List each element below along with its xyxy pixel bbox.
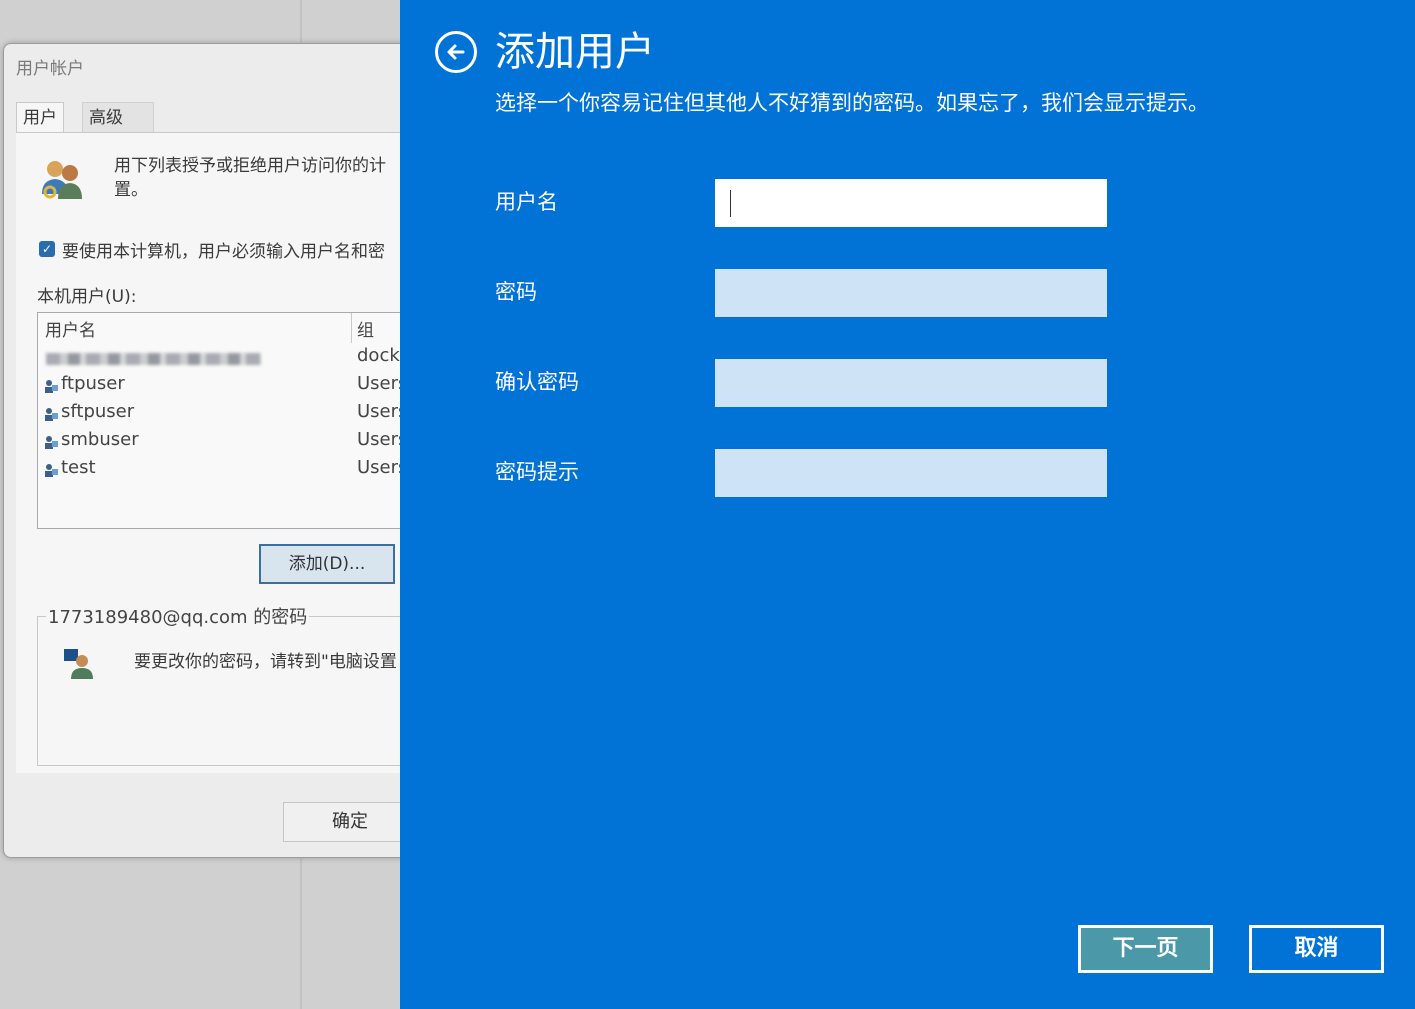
user-name: smbuser: [61, 429, 139, 450]
table-row[interactable]: dock: [44, 345, 424, 373]
password-label: 密码: [495, 280, 537, 304]
user-icon: [45, 380, 58, 393]
page-subtitle: 选择一个你容易记住但其他人不好猜到的密码。如果忘了，我们会显示提示。: [495, 91, 1209, 115]
user-name: sftpuser: [61, 401, 135, 422]
password-group: 1773189480@qq.com 的密码 要更改你的密码，请转到"电脑设置: [37, 603, 424, 766]
local-users-label: 本机用户(U):: [37, 287, 137, 307]
back-arrow-icon: [447, 44, 465, 60]
password-input[interactable]: [715, 269, 1107, 317]
table-row[interactable]: sftpuser Users: [44, 401, 424, 429]
user-name: ftpuser: [61, 373, 125, 394]
confirm-password-label: 确认密码: [495, 370, 579, 394]
require-login-label: 要使用本计算机，用户必须输入用户名和密: [62, 242, 385, 262]
user-accounts-dialog: 用户帐户 用户 高级 用下列表授予或拒绝用户访问你的计 置。 ✓ 要使用本计算机…: [3, 43, 425, 858]
back-button[interactable]: [435, 31, 477, 73]
blurred-username: [46, 353, 261, 365]
password-group-title: 1773189480@qq.com 的密码: [46, 603, 310, 629]
column-header-group[interactable]: 组: [357, 316, 374, 341]
table-row[interactable]: ftpuser Users: [44, 373, 424, 401]
ok-button[interactable]: 确定: [283, 802, 417, 842]
username-label: 用户名: [495, 190, 558, 214]
require-login-checkbox[interactable]: ✓: [39, 241, 55, 257]
user-icon: [45, 436, 58, 449]
table-row[interactable]: smbuser Users: [44, 429, 424, 457]
intro-text: 用下列表授予或拒绝用户访问你的计 置。: [114, 156, 386, 200]
page-title: 添加用户: [495, 29, 655, 75]
add-user-button[interactable]: 添加(D)...: [259, 544, 395, 584]
column-separator: [351, 313, 352, 343]
table-row[interactable]: test Users: [44, 457, 424, 485]
users-icon: [42, 161, 82, 199]
confirm-password-input[interactable]: [715, 359, 1107, 407]
user-password-icon: [64, 649, 93, 679]
user-name: test: [61, 457, 96, 478]
dialog-title: 用户帐户: [16, 59, 84, 79]
add-user-panel: 添加用户 选择一个你容易记住但其他人不好猜到的密码。如果忘了，我们会显示提示。 …: [400, 0, 1415, 1009]
column-header-username[interactable]: 用户名: [45, 316, 96, 341]
user-group: dock: [357, 345, 400, 366]
cancel-button[interactable]: 取消: [1249, 925, 1384, 973]
password-change-text: 要更改你的密码，请转到"电脑设置: [134, 652, 397, 672]
password-hint-input[interactable]: [715, 449, 1107, 497]
username-input[interactable]: [715, 179, 1107, 227]
next-button[interactable]: 下一页: [1078, 925, 1213, 973]
user-icon: [45, 464, 58, 477]
password-hint-label: 密码提示: [495, 460, 579, 484]
user-icon: [45, 408, 58, 421]
tab-advanced[interactable]: 高级: [82, 102, 154, 133]
user-table[interactable]: 用户名 组 dock ftpuser Users sftpuser Users …: [37, 312, 424, 529]
text-cursor: [730, 190, 731, 217]
tab-users[interactable]: 用户: [16, 102, 64, 133]
